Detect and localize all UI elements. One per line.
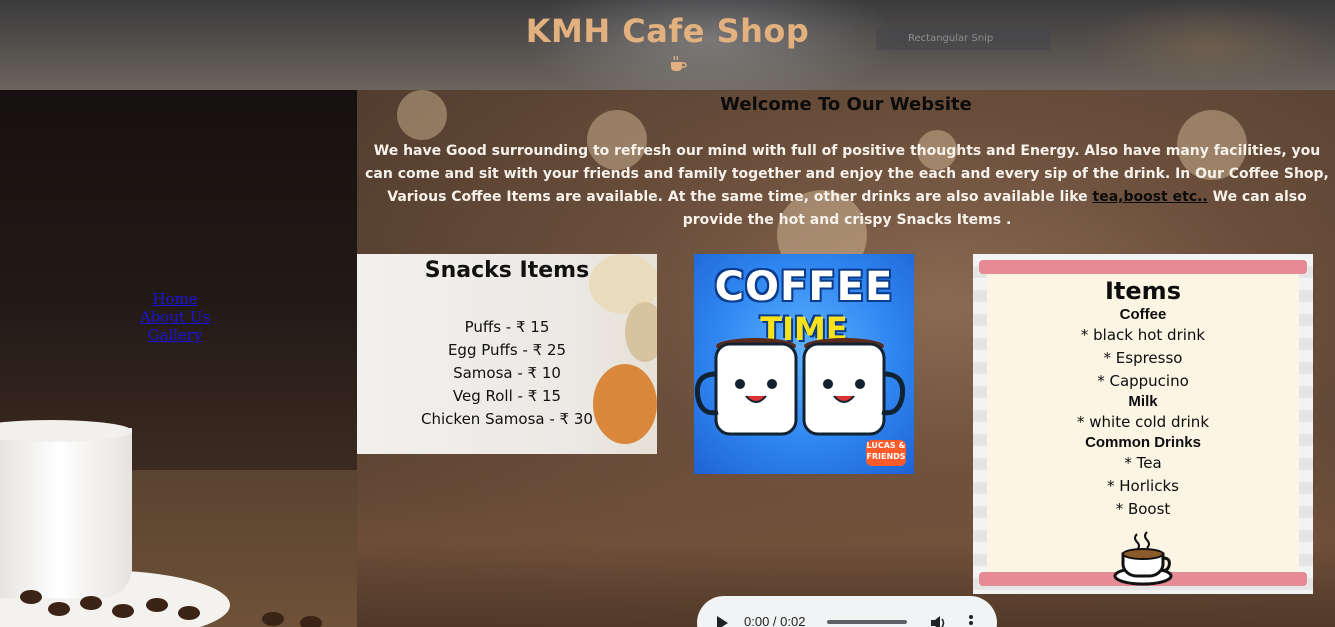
main-nav: Home About Us Gallery: [0, 290, 350, 344]
welcome-heading: Welcome To Our Website: [720, 94, 972, 115]
menu-content: Items Coffee * black hot drink * Espress…: [987, 276, 1299, 521]
snack-item: Chicken Samosa - ₹ 30: [421, 410, 593, 428]
audio-time: 0:00 / 0:02: [744, 614, 806, 627]
drinks-link[interactable]: tea,boost etc..: [1093, 189, 1208, 205]
snack-item: Egg Puffs - ₹ 25: [447, 341, 567, 359]
nav-link-home[interactable]: Home: [0, 290, 350, 308]
nav-link-about-us[interactable]: About Us: [0, 308, 350, 326]
coffee-bean: [146, 598, 168, 612]
snacks-title: Snacks Items: [424, 258, 590, 283]
menu-item: * Tea: [1124, 454, 1162, 472]
menu-category-coffee: Coffee: [1119, 306, 1167, 323]
coffee-bean: [112, 604, 134, 618]
snacks-list: Puffs - ₹ 15 Egg Puffs - ₹ 25 Samosa - ₹…: [357, 316, 657, 431]
menu-item: * black hot drink: [1080, 326, 1206, 344]
coffee-cup-image: [0, 428, 132, 598]
menu-title: Items: [1105, 277, 1181, 305]
audio-progress-track[interactable]: [827, 620, 907, 624]
coffee-bean: [80, 596, 102, 610]
menu-item: * Boost: [1115, 500, 1171, 518]
audio-player: 0:00 / 0:02: [697, 596, 997, 627]
coffee-bean: [20, 590, 42, 604]
main-content: Welcome To Our Website We have Good surr…: [357, 90, 1335, 627]
snack-item: Samosa - ₹ 10: [453, 364, 561, 382]
menu-category-common-drinks: Common Drinks: [1085, 434, 1201, 451]
volume-icon[interactable]: [929, 614, 947, 627]
coffee-bean: [48, 602, 70, 616]
menu-category-milk: Milk: [1128, 393, 1158, 410]
site-title: KMH Cafe Shop: [525, 12, 810, 50]
items-menu-card: Items Coffee * black hot drink * Espress…: [973, 254, 1313, 594]
snip-overlay-label: Rectangular Snip: [876, 28, 1050, 50]
more-options-icon[interactable]: [969, 614, 973, 627]
play-icon[interactable]: [717, 616, 728, 627]
coffee-time-image: COFFEE TIME LUCAS & FRIENDS: [694, 254, 914, 474]
menu-item: * white cold drink: [1076, 413, 1210, 431]
coffee-image-word: COFFEE: [714, 264, 894, 310]
menu-item: * Cappucino: [1097, 372, 1189, 390]
site-header: KMH Cafe Shop Rectangular Snip: [0, 0, 1335, 90]
lucas-friends-logo: LUCAS & FRIENDS: [866, 440, 906, 466]
coffee-bean: [262, 612, 284, 626]
nav-link-gallery[interactable]: Gallery: [0, 326, 350, 344]
intro-paragraph: We have Good surrounding to refresh our …: [365, 140, 1329, 232]
snack-item: Veg Roll - ₹ 15: [452, 387, 562, 405]
sidebar: Home About Us Gallery: [0, 90, 357, 627]
snacks-card: Snacks Items Puffs - ₹ 15 Egg Puffs - ₹ …: [357, 254, 657, 454]
steaming-cup-icon: [1113, 531, 1173, 586]
menu-item: * Horlicks: [1107, 477, 1179, 495]
coffee-cup-icon: [671, 55, 687, 71]
smiling-mugs-icon: [694, 338, 906, 436]
menu-item: * Espresso: [1103, 349, 1183, 367]
menu-top-bar: [979, 260, 1307, 274]
coffee-bean: [178, 606, 200, 620]
snack-item: Puffs - ₹ 15: [464, 318, 550, 336]
coffee-bean: [300, 616, 322, 627]
